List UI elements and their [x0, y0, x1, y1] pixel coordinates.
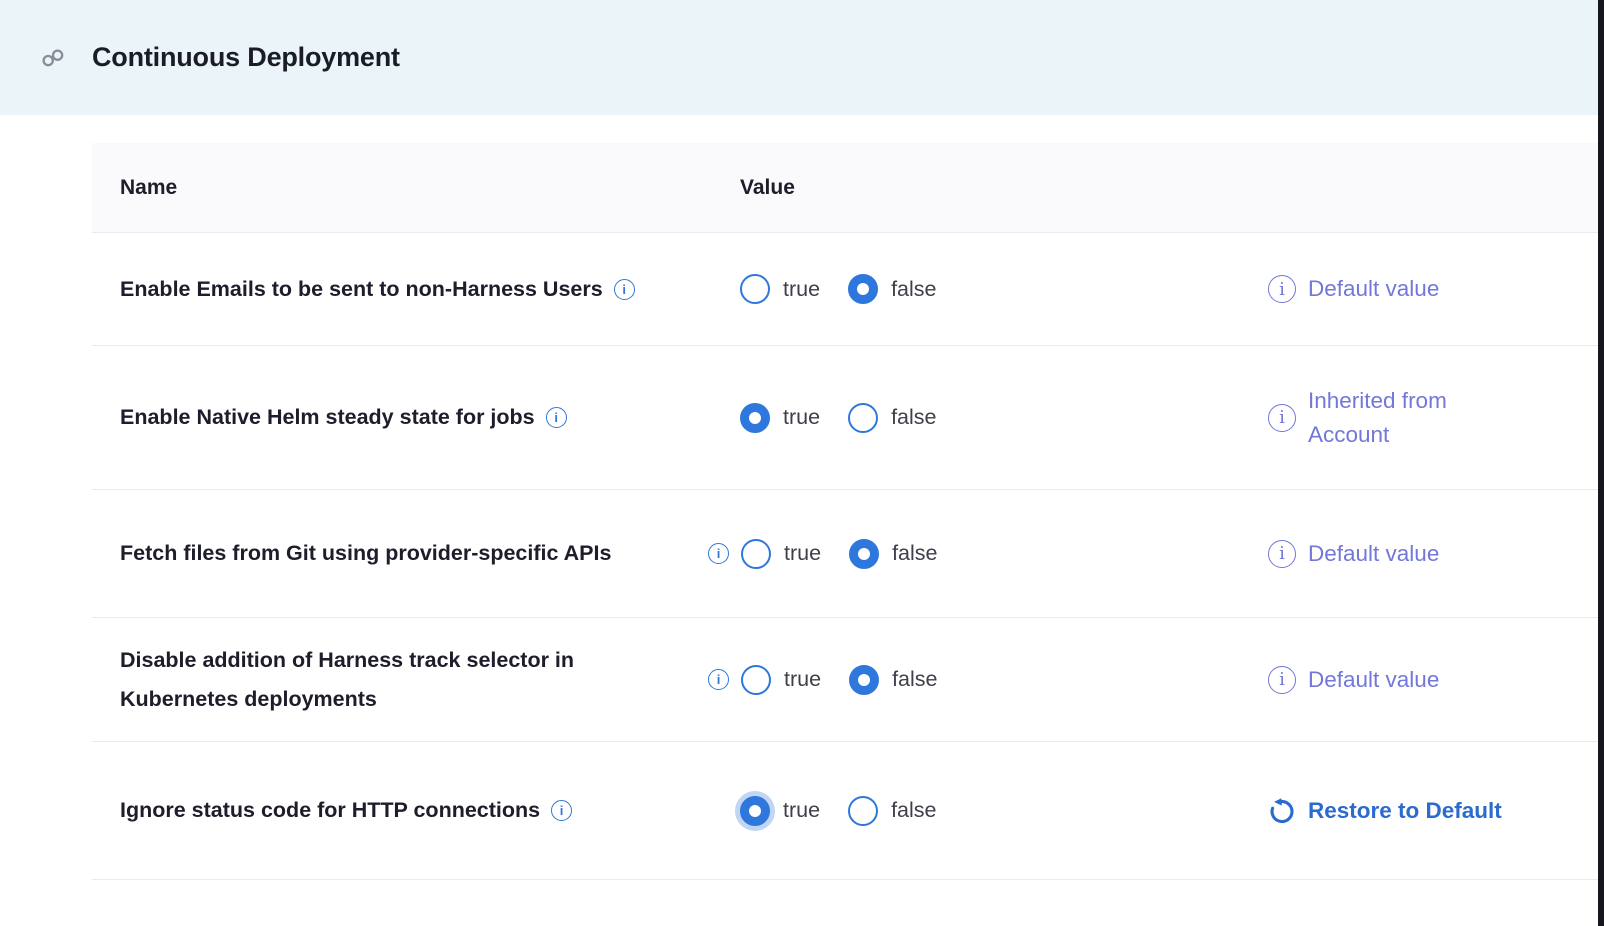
table-row: Enable Native Helm steady state for jobs… — [92, 345, 1598, 489]
radio-true[interactable] — [741, 539, 771, 569]
info-icon[interactable]: i — [614, 279, 635, 300]
setting-name-cell: Enable Emails to be sent to non-Harness … — [92, 270, 706, 309]
setting-value-cell: true false — [706, 796, 1268, 826]
setting-name: Ignore status code for HTTP connections — [120, 791, 540, 830]
radio-option-true[interactable]: true — [741, 539, 821, 569]
radio-false[interactable] — [849, 539, 879, 569]
radio-true-label: true — [783, 405, 820, 430]
setting-value-cell: i true false — [706, 539, 1268, 569]
radio-true[interactable] — [740, 403, 770, 433]
setting-name: Enable Emails to be sent to non-Harness … — [120, 270, 603, 309]
radio-option-false[interactable]: false — [849, 665, 937, 695]
window-edge — [1598, 0, 1604, 926]
radio-option-false[interactable]: false — [848, 274, 936, 304]
radio-option-true[interactable]: true — [740, 796, 820, 826]
radio-false[interactable] — [849, 665, 879, 695]
setting-name-cell: Ignore status code for HTTP connections … — [92, 791, 706, 830]
setting-status-cell: i Inherited from Account — [1268, 384, 1598, 452]
table-header-row: Name Value — [92, 143, 1598, 232]
radio-option-true[interactable]: true — [740, 403, 820, 433]
status-badge: Default value — [1308, 272, 1439, 306]
radio-false-label: false — [892, 541, 937, 566]
table-row: Ignore status code for HTTP connections … — [92, 741, 1598, 880]
settings-table: Name Value Enable Emails to be sent to n… — [92, 143, 1598, 880]
setting-status-cell: i Default value — [1268, 537, 1598, 571]
info-icon[interactable]: i — [546, 407, 567, 428]
radio-true-label: true — [783, 798, 820, 823]
radio-option-true[interactable]: true — [741, 665, 821, 695]
setting-name: Enable Native Helm steady state for jobs — [120, 398, 535, 437]
radio-false-label: false — [891, 405, 936, 430]
link-icon[interactable] — [38, 43, 68, 73]
radio-true[interactable] — [740, 274, 770, 304]
setting-name-cell: Disable addition of Harness track select… — [92, 641, 706, 718]
setting-name: Fetch files from Git using provider-spec… — [120, 534, 611, 573]
radio-false-label: false — [892, 667, 937, 692]
radio-option-true[interactable]: true — [740, 274, 820, 304]
page-title: Continuous Deployment — [92, 42, 400, 73]
info-icon[interactable]: i — [551, 800, 572, 821]
setting-name-cell: Fetch files from Git using provider-spec… — [92, 534, 706, 573]
setting-name: Disable addition of Harness track select… — [120, 641, 680, 718]
setting-status-cell: i Default value — [1268, 272, 1598, 306]
table-row: Disable addition of Harness track select… — [92, 617, 1598, 741]
setting-status-cell: i Default value — [1268, 663, 1598, 697]
setting-value-cell: i true false — [706, 665, 1268, 695]
info-icon[interactable]: i — [1268, 404, 1296, 432]
setting-value-cell: true false — [706, 403, 1268, 433]
info-icon[interactable]: i — [708, 669, 729, 690]
column-header-value: Value — [706, 176, 1268, 200]
restore-icon[interactable] — [1268, 797, 1296, 825]
radio-true[interactable] — [741, 665, 771, 695]
radio-option-false[interactable]: false — [848, 796, 936, 826]
setting-value-cell: true false — [706, 274, 1268, 304]
table-row: Fetch files from Git using provider-spec… — [92, 489, 1598, 617]
status-badge: Default value — [1308, 663, 1439, 697]
status-badge: Inherited from Account — [1308, 384, 1508, 452]
radio-false-label: false — [891, 277, 936, 302]
radio-true-label: true — [784, 667, 821, 692]
info-icon[interactable]: i — [708, 543, 729, 564]
radio-option-false[interactable]: false — [848, 403, 936, 433]
radio-true[interactable] — [740, 796, 770, 826]
radio-false[interactable] — [848, 274, 878, 304]
radio-true-label: true — [783, 277, 820, 302]
info-icon[interactable]: i — [1268, 275, 1296, 303]
radio-false[interactable] — [848, 796, 878, 826]
radio-true-label: true — [784, 541, 821, 566]
setting-name-cell: Enable Native Helm steady state for jobs… — [92, 398, 706, 437]
section-header: Continuous Deployment — [0, 0, 1598, 115]
status-badge: Default value — [1308, 537, 1439, 571]
restore-to-default-link[interactable]: Restore to Default — [1308, 794, 1502, 828]
table-row: Enable Emails to be sent to non-Harness … — [92, 232, 1598, 345]
radio-false[interactable] — [848, 403, 878, 433]
setting-status-cell: Restore to Default — [1268, 794, 1598, 828]
radio-false-label: false — [891, 798, 936, 823]
radio-option-false[interactable]: false — [849, 539, 937, 569]
info-icon[interactable]: i — [1268, 666, 1296, 694]
column-header-name: Name — [92, 176, 706, 200]
info-icon[interactable]: i — [1268, 540, 1296, 568]
